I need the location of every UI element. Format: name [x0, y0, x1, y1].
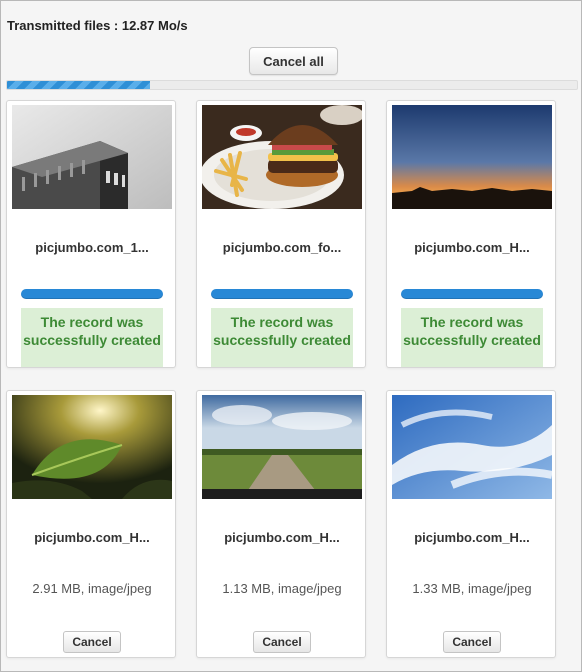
file-progress-bar: [401, 289, 543, 299]
transmission-rate: Transmitted files : 12.87 Mo/s: [7, 18, 188, 33]
success-message: The record was successfully created: [401, 308, 543, 367]
cancel-button[interactable]: Cancel: [253, 631, 311, 653]
file-card: picjumbo.com_H... The record was success…: [386, 100, 556, 368]
file-progress-bar: [211, 289, 353, 299]
cancel-button[interactable]: Cancel: [63, 631, 121, 653]
file-card: picjumbo.com_1... The record was success…: [6, 100, 176, 368]
overall-progress-fill: [7, 81, 150, 89]
file-card: picjumbo.com_H... 1.33 MB, image/jpeg Ca…: [386, 390, 556, 658]
success-message: The record was successfully created: [21, 308, 163, 367]
overall-progress-bar: [6, 80, 578, 90]
file-card: picjumbo.com_fo... The record was succes…: [196, 100, 366, 368]
file-name: picjumbo.com_1...: [35, 240, 149, 255]
file-progress-bar: [21, 289, 163, 299]
building-photo: [12, 105, 172, 209]
sunset-photo: [392, 105, 552, 209]
file-name: picjumbo.com_H...: [224, 530, 340, 545]
file-meta: 2.91 MB, image/jpeg: [32, 581, 152, 596]
file-meta: 1.13 MB, image/jpeg: [222, 581, 342, 596]
cancel-all-button[interactable]: Cancel all: [249, 47, 338, 75]
sky-clouds-photo: [392, 395, 552, 499]
file-meta: 1.33 MB, image/jpeg: [412, 581, 532, 596]
leaf-photo: [12, 395, 172, 499]
success-message: The record was successfully created: [211, 308, 353, 367]
burger-photo: [202, 105, 362, 209]
field-road-photo: [202, 395, 362, 499]
file-name: picjumbo.com_fo...: [222, 240, 342, 255]
file-name: picjumbo.com_H...: [34, 530, 150, 545]
file-name: picjumbo.com_H...: [414, 240, 530, 255]
upload-panel: Transmitted files : 12.87 Mo/s Cancel al…: [0, 0, 582, 672]
cancel-button[interactable]: Cancel: [443, 631, 501, 653]
file-card: picjumbo.com_H... 1.13 MB, image/jpeg Ca…: [196, 390, 366, 658]
file-card: picjumbo.com_H... 2.91 MB, image/jpeg Ca…: [6, 390, 176, 658]
file-name: picjumbo.com_H...: [414, 530, 530, 545]
